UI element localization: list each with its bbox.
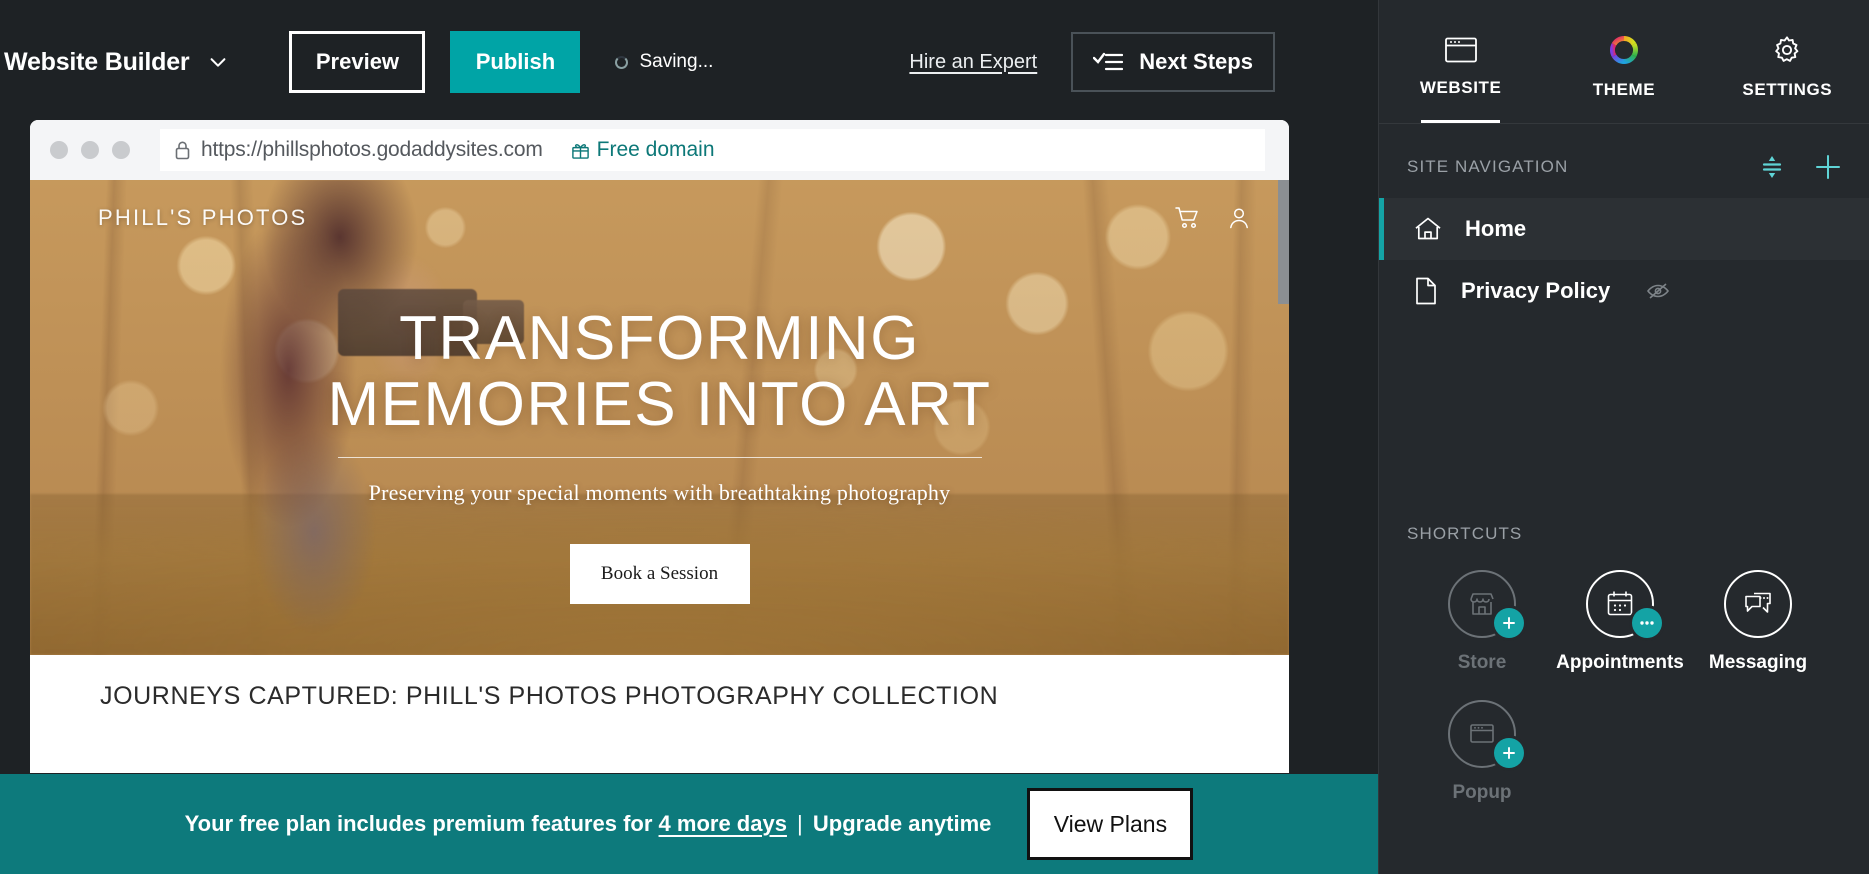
url-text: https://phillsphotos.godaddysites.com xyxy=(201,138,543,161)
user-account-icon[interactable] xyxy=(1227,206,1251,230)
shortcut-appointments-more-badge[interactable] xyxy=(1632,608,1662,638)
panel-tabs: WEBSITE THEME SETTINGS xyxy=(1379,0,1869,124)
shortcuts-header: SHORTCUTS xyxy=(1379,524,1869,544)
collection-heading: JOURNEYS CAPTURED: PHILL'S PHOTOS PHOTOG… xyxy=(100,682,999,710)
tab-settings-label: SETTINGS xyxy=(1742,79,1833,99)
tab-settings[interactable]: SETTINGS xyxy=(1706,0,1869,123)
traffic-light-dots xyxy=(50,141,130,159)
shortcut-popup-add-badge[interactable] xyxy=(1494,738,1524,768)
plus-icon xyxy=(1503,747,1515,759)
site-viewport: PHILL'S PHOTOS TRANSFORMING MEMORIES INT… xyxy=(30,180,1289,773)
saving-label: Saving... xyxy=(639,51,714,72)
book-a-session-button[interactable]: Book a Session xyxy=(569,544,750,605)
hire-an-expert-link[interactable]: Hire an Expert xyxy=(909,51,1037,74)
scrollbar-thumb[interactable] xyxy=(1278,180,1289,304)
shopping-cart-icon[interactable] xyxy=(1175,206,1201,230)
browser-window-icon xyxy=(1444,36,1478,64)
lock-icon xyxy=(174,140,191,161)
shortcut-appointments-label: Appointments xyxy=(1556,652,1684,673)
site-preview-scrollbar[interactable] xyxy=(1278,180,1289,773)
shortcut-store[interactable]: Store xyxy=(1413,570,1551,674)
shortcut-appointments-circle xyxy=(1586,570,1662,638)
sidebar-item-home[interactable]: Home xyxy=(1379,198,1869,260)
site-navigation-list: Home Privacy Policy xyxy=(1379,198,1869,322)
brand-menu[interactable]: Website Builder xyxy=(4,48,229,77)
hero-copy: TRANSFORMING MEMORIES INTO ART Preservin… xyxy=(30,306,1289,605)
banner-message: Your free plan includes premium features… xyxy=(185,811,992,837)
shortcuts-title: SHORTCUTS xyxy=(1407,524,1523,543)
color-wheel-icon xyxy=(1608,34,1640,66)
window-dot xyxy=(50,141,68,159)
brand-label: Website Builder xyxy=(4,47,190,76)
hero-title: TRANSFORMING MEMORIES INTO ART xyxy=(328,306,992,437)
gift-icon xyxy=(571,140,590,160)
popup-window-icon xyxy=(1470,724,1494,743)
plus-icon xyxy=(1503,617,1515,629)
tab-website[interactable]: WEBSITE xyxy=(1379,0,1542,123)
banner-text-after: Upgrade anytime xyxy=(812,811,992,836)
hero-title-line1: TRANSFORMING xyxy=(399,304,920,373)
sidebar-item-privacy-policy-label: Privacy Policy xyxy=(1461,278,1611,303)
home-icon xyxy=(1413,215,1443,243)
site-navigation-header: SITE NAVIGATION xyxy=(1379,124,1869,198)
spinner-icon xyxy=(615,55,629,69)
ellipsis-icon xyxy=(1640,621,1654,625)
shortcut-store-circle xyxy=(1448,570,1524,638)
publish-button[interactable]: Publish xyxy=(450,31,581,93)
hero-section[interactable]: PHILL'S PHOTOS TRANSFORMING MEMORIES INT… xyxy=(30,180,1289,655)
tab-website-label: WEBSITE xyxy=(1419,77,1502,97)
shortcut-popup[interactable]: Popup xyxy=(1413,700,1551,804)
sidebar-item-privacy-policy[interactable]: Privacy Policy xyxy=(1379,260,1869,322)
next-steps-button[interactable]: Next Steps xyxy=(1071,32,1275,92)
sidebar-item-home-label: Home xyxy=(1465,216,1527,241)
store-icon xyxy=(1470,593,1494,615)
window-dot xyxy=(112,141,130,159)
hero-title-line2: MEMORIES INTO ART xyxy=(327,369,992,439)
site-navigation-actions xyxy=(1759,152,1843,182)
messaging-icon xyxy=(1745,592,1771,613)
eye-slash-icon[interactable] xyxy=(1646,281,1670,301)
free-domain-label: Free domain xyxy=(596,138,715,161)
chevron-down-icon[interactable] xyxy=(207,51,229,73)
shortcut-messaging-circle xyxy=(1724,570,1792,638)
more-days-link[interactable]: 4 more days xyxy=(659,811,787,836)
site-logo[interactable]: PHILL'S PHOTOS xyxy=(98,205,307,231)
calendar-icon xyxy=(1607,591,1633,616)
checklist-icon xyxy=(1093,51,1124,73)
browser-chrome: https://phillsphotos.godaddysites.com Fr… xyxy=(30,120,1289,180)
top-toolbar: Website Builder Preview Publish Saving..… xyxy=(0,0,1378,124)
saving-status: Saving... xyxy=(615,51,713,73)
add-page-icon[interactable] xyxy=(1813,152,1843,182)
preview-button[interactable]: Preview xyxy=(289,31,426,93)
hero-subtitle: Preserving your special moments with bre… xyxy=(368,480,951,506)
hero-divider xyxy=(337,457,982,459)
site-preview-frame: https://phillsphotos.godaddysites.com Fr… xyxy=(30,120,1289,773)
site-header-icons xyxy=(1175,206,1251,230)
view-plans-button[interactable]: View Plans xyxy=(1027,788,1194,860)
window-dot xyxy=(81,141,99,159)
gear-icon xyxy=(1771,34,1803,66)
banner-text-before: Your free plan includes premium features… xyxy=(184,811,659,836)
address-bar[interactable]: https://phillsphotos.godaddysites.com Fr… xyxy=(160,129,1265,171)
site-navigation-title: SITE NAVIGATION xyxy=(1407,157,1569,176)
shortcuts-grid: Store Appointments Messaging Popup xyxy=(1379,544,1869,830)
right-sidebar-panel: WEBSITE THEME SETTINGS SITE NAVIGATION H… xyxy=(1378,0,1869,874)
shortcut-popup-label: Popup xyxy=(1452,782,1512,803)
shortcut-messaging[interactable]: Messaging xyxy=(1689,570,1827,674)
free-plan-banner: Your free plan includes premium features… xyxy=(0,774,1378,874)
free-domain-link[interactable]: Free domain xyxy=(571,138,715,162)
shortcut-popup-circle xyxy=(1448,700,1524,768)
shortcut-appointments[interactable]: Appointments xyxy=(1551,570,1689,674)
shortcut-store-label: Store xyxy=(1457,652,1507,673)
banner-separator: | xyxy=(790,811,809,836)
shortcut-messaging-label: Messaging xyxy=(1708,652,1808,673)
site-header: PHILL'S PHOTOS xyxy=(30,180,1289,256)
reorder-icon[interactable] xyxy=(1759,153,1785,181)
tab-theme[interactable]: THEME xyxy=(1542,0,1705,123)
next-steps-label: Next Steps xyxy=(1139,49,1253,74)
page-icon xyxy=(1413,276,1439,306)
shortcut-store-add-badge[interactable] xyxy=(1494,608,1524,638)
website-builder-app: Website Builder Preview Publish Saving..… xyxy=(0,0,1869,874)
tab-theme-label: THEME xyxy=(1592,79,1656,99)
